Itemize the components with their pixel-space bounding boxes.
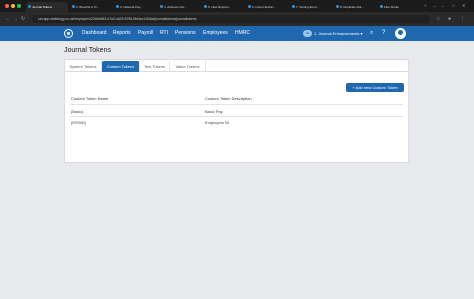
tokens-panel: System Tokens Custom Tokens Text Tokens …: [64, 59, 409, 163]
app-viewport: Dashboard Reports Payroll RTI Pensions E…: [0, 26, 474, 299]
add-custom-token-button[interactable]: + Add new Custom Token: [346, 83, 404, 92]
browser-tab-label: 3. National Pay...: [120, 5, 143, 9]
nav-reports[interactable]: Reports: [113, 30, 131, 37]
arrow-left-icon[interactable]: ←: [5, 15, 10, 23]
browser-tab-label: 8. Duplicate Rol...: [340, 5, 364, 9]
browser-tab[interactable]: 5. New Reports...: [202, 2, 244, 12]
address-bar[interactable]: set-app.staffology.co.uk/employers/22b5e…: [32, 15, 430, 23]
minimize-icon[interactable]: –: [442, 3, 444, 9]
browser-tab-label: 5. New Reports...: [208, 5, 232, 9]
profile-icon[interactable]: ●: [448, 15, 451, 23]
header-divider: [70, 104, 403, 105]
url-text: set-app.staffology.co.uk/employers/22b5e…: [38, 17, 197, 21]
user-avatar-icon[interactable]: [395, 28, 406, 39]
company-selector[interactable]: JE 1. Journal Enhancements ▾: [303, 29, 363, 38]
help-icon[interactable]: ?: [382, 29, 385, 38]
nav-payroll[interactable]: Payroll: [138, 30, 153, 37]
browser-menu-icon[interactable]: ⋮: [460, 15, 465, 23]
company-name: 1. Journal Enhancements: [314, 31, 360, 36]
row-divider: [70, 116, 403, 117]
browser-tab[interactable]: Flite Studio: [378, 2, 420, 12]
browser-tab-strip: Journal Tokens 2. Benefits in Ki... 3. N…: [0, 0, 474, 12]
browser-tab-label: Flite Studio: [384, 5, 400, 9]
tab-value-tokens[interactable]: Value Tokens: [170, 61, 206, 72]
nav-employees[interactable]: Employees: [203, 30, 228, 37]
page-title: Journal Tokens: [64, 47, 111, 54]
browser-tab[interactable]: 2. Benefits in Ki...: [70, 2, 112, 12]
browser-tab-label: 6. Import Enhan...: [252, 5, 276, 9]
nav-rti[interactable]: RTI: [160, 30, 168, 37]
column-header-description: Custom Token Description: [205, 96, 252, 101]
token-name-cell: {ERSNI}: [71, 120, 86, 125]
browser-tab-journal-tokens[interactable]: Journal Tokens: [26, 2, 68, 12]
browser-tab[interactable]: 3. National Pay...: [114, 2, 156, 12]
column-header-name: Custom Token Name: [71, 96, 109, 101]
top-navigation: Dashboard Reports Payroll RTI Pensions E…: [0, 26, 474, 41]
plus-icon: +: [352, 85, 355, 90]
add-button-label: Add new Custom Token: [355, 85, 398, 90]
nav-dashboard[interactable]: Dashboard: [82, 30, 106, 37]
token-description-cell: Basic Pay: [205, 109, 223, 114]
staffology-logo-icon[interactable]: [64, 29, 73, 38]
browser-tab[interactable]: 4. Absence Per...: [158, 2, 200, 12]
browser-tab[interactable]: 6. Import Enhan...: [246, 2, 288, 12]
browser-tab[interactable]: 8. Duplicate Rol...: [334, 2, 376, 12]
reload-icon[interactable]: ↻: [21, 15, 25, 23]
browser-tab-label: 2. Benefits in Ki...: [76, 5, 100, 9]
tab-system-tokens[interactable]: System Tokens: [65, 61, 102, 72]
restore-icon[interactable]: □: [452, 3, 454, 9]
nav-hmrc[interactable]: HMRC: [235, 30, 250, 37]
tab-custom-tokens[interactable]: Custom Tokens: [102, 61, 140, 72]
chevron-down-icon: ▾: [360, 31, 363, 36]
tab-text-tokens[interactable]: Text Tokens: [140, 61, 170, 72]
new-tab-icon[interactable]: +: [424, 3, 426, 9]
bookmark-star-icon[interactable]: ☆: [436, 15, 440, 23]
company-badge: JE: [303, 30, 312, 37]
token-type-tabs: System Tokens Custom Tokens Text Tokens …: [65, 60, 408, 72]
nav-pensions[interactable]: Pensions: [175, 30, 196, 37]
tab-search-chevron-icon[interactable]: ⌄: [433, 3, 436, 9]
browser-tab[interactable]: 7. Sorting Empl...: [290, 2, 332, 12]
minimize-window-button[interactable]: [11, 4, 15, 8]
maximize-window-button[interactable]: [17, 4, 21, 8]
arrow-right-icon[interactable]: →: [13, 15, 18, 23]
browser-tab-label: 4. Absence Per...: [164, 5, 187, 9]
search-icon[interactable]: ⌕: [370, 29, 373, 38]
browser-tab-label: Journal Tokens: [32, 5, 53, 9]
browser-tab-label: 7. Sorting Empl...: [296, 5, 320, 9]
close-window-button[interactable]: [5, 4, 9, 8]
token-name-cell: {Basic}: [71, 109, 84, 114]
browser-toolbar: ← → ↻ set-app.staffology.co.uk/employers…: [0, 12, 474, 26]
close-icon[interactable]: ✕: [462, 3, 465, 9]
token-description-cell: Employers NI: [205, 120, 230, 125]
